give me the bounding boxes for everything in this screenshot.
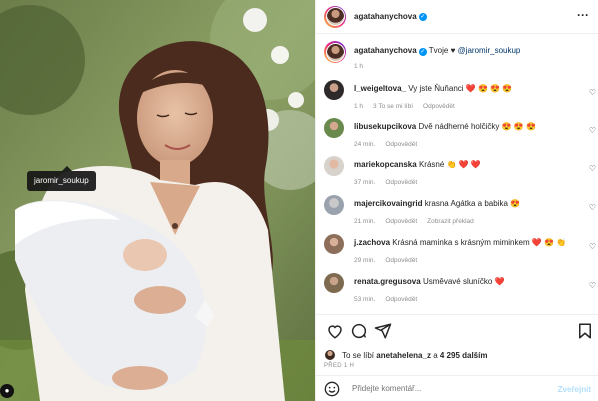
comment-username[interactable]: j.zachova [354, 238, 390, 247]
reply-button[interactable]: Odpovědět [385, 141, 417, 148]
post-button[interactable]: Zveřejnit [558, 385, 591, 394]
comment-username[interactable]: renata.gregusova [354, 277, 421, 286]
avatar[interactable] [324, 80, 344, 100]
likes-user[interactable]: anetahelena_z [376, 351, 431, 360]
comment-item: renata.gregusova Usměvavé sluníčko ❤️ 53… [324, 273, 596, 303]
heart-icon[interactable]: ♡ [589, 281, 596, 290]
reply-button[interactable]: Odpovědět [385, 257, 417, 264]
heart-icon[interactable]: ♡ [589, 203, 596, 212]
reply-button[interactable]: Odpovědět [385, 296, 417, 303]
heart-icon[interactable]: ♡ [589, 88, 596, 97]
comment-text: Krásné [418, 160, 445, 169]
comment-text: Dvě nádherné holčičky [418, 122, 500, 131]
post-time: PŘED 1 H [324, 363, 355, 369]
comment-emoji: 😍 😍 😍 [501, 122, 536, 131]
avatar[interactable] [324, 5, 346, 28]
reply-button[interactable]: Odpovědět [385, 179, 417, 186]
comment-item: j.zachova Krásná maminka s krásným mimin… [324, 234, 596, 264]
heart-icon[interactable] [326, 322, 344, 340]
likes-prefix: To se líbí [342, 350, 375, 360]
likes-count[interactable]: 4 295 dalším [440, 351, 488, 360]
comment-text: krasna Agátka a babika [424, 199, 508, 208]
divider [316, 314, 598, 315]
reply-button[interactable]: Odpovědět [423, 103, 455, 110]
emoji-icon[interactable] [324, 381, 340, 397]
caption-avatar[interactable] [324, 41, 346, 63]
comment-emoji: 👏 ❤️ ❤️ [446, 160, 481, 169]
comment-likes[interactable]: 3 To se mi líbí [373, 103, 413, 110]
comment-time: 21 min. [354, 218, 376, 225]
comment-emoji: 😍 [510, 199, 521, 208]
avatar[interactable] [324, 234, 344, 254]
avatar[interactable] [324, 195, 344, 215]
share-icon[interactable] [374, 322, 392, 340]
verified-icon: ✓ [418, 12, 427, 21]
comment-time: 1 h [354, 103, 364, 110]
avatar[interactable] [324, 349, 336, 361]
tag-label: jaromir_soukup [34, 176, 89, 185]
caption-mention[interactable]: @jaromir_soukup [458, 46, 521, 55]
caption-username[interactable]: agatahanychova [354, 46, 417, 55]
comment-time: 53 min. [354, 296, 376, 303]
comment-emoji: ❤️ [494, 277, 505, 286]
comment-emoji: ❤️ 😍 😍 😍 [465, 84, 513, 93]
avatar[interactable] [324, 118, 344, 138]
heart-glyph: ♥ [450, 46, 456, 55]
heart-icon[interactable]: ♡ [589, 242, 596, 251]
comment-text: Usměvavé sluníčko [422, 277, 493, 286]
user-tag-tooltip[interactable]: jaromir_soukup [27, 166, 96, 191]
verified-icon: ✓ [418, 48, 427, 56]
post-caption: agatahanychova ✓ Tvoje ♥ @jaromir_soukup … [324, 41, 594, 70]
more-icon[interactable]: ··· [577, 8, 589, 22]
comment-time: 24 min. [354, 141, 376, 148]
comment-item: mariekopcanska Krásné 👏 ❤️ ❤️ 37 min. Od… [324, 156, 596, 186]
comment-bar: Zveřejnit [316, 375, 598, 401]
avatar[interactable] [324, 273, 344, 293]
comment-username[interactable]: l_weigeltova_ [354, 84, 406, 93]
heart-icon[interactable]: ♡ [589, 126, 596, 135]
translate-button[interactable]: Zobrazit překlad [427, 218, 474, 225]
comment-time: 37 min. [354, 179, 376, 186]
avatar[interactable] [324, 156, 344, 176]
comment-emoji: ❤️ 😍 👏 [531, 238, 567, 247]
bookmark-icon[interactable] [576, 322, 594, 340]
comment-username[interactable]: mariekopcanska [354, 160, 417, 169]
photo-image [0, 0, 315, 401]
action-bar [324, 322, 594, 342]
comment-time: 29 min. [354, 257, 376, 264]
comment-text: Krásná maminka s krásným miminkem [392, 238, 530, 247]
comment-item: majercikovaingrid krasna Agátka a babika… [324, 195, 596, 225]
user-tag-icon[interactable]: ● [0, 384, 14, 398]
heart-icon[interactable]: ♡ [589, 164, 596, 173]
comment-icon[interactable] [350, 322, 368, 340]
header-username[interactable]: agatahanychova [354, 12, 417, 21]
post-header: agatahanychova ✓ ··· [316, 0, 598, 34]
comment-text: Vy jste Ňuňanci [408, 84, 464, 93]
comment-username[interactable]: majercikovaingrid [354, 199, 422, 208]
post-photo[interactable]: jaromir_soukup ● [0, 0, 315, 401]
comment-username[interactable]: libusekupcikova [354, 122, 416, 131]
post-side-panel: agatahanychova ✓ ··· agatahanychova ✓ Tvo… [315, 0, 598, 401]
reply-button[interactable]: Odpovědět [385, 218, 417, 225]
likes-middle: a [433, 350, 438, 360]
comment-input[interactable] [352, 384, 552, 393]
comment-item: l_weigeltova_ Vy jste Ňuňanci ❤️ 😍 😍 😍 1… [324, 80, 596, 110]
caption-text: Tvoje [428, 46, 449, 55]
likes-summary: To se líbí anetahelena_z a 4 295 dalším [324, 349, 487, 361]
caption-time: 1 h [354, 63, 364, 70]
comment-item: libusekupcikova Dvě nádherné holčičky 😍 … [324, 118, 596, 148]
